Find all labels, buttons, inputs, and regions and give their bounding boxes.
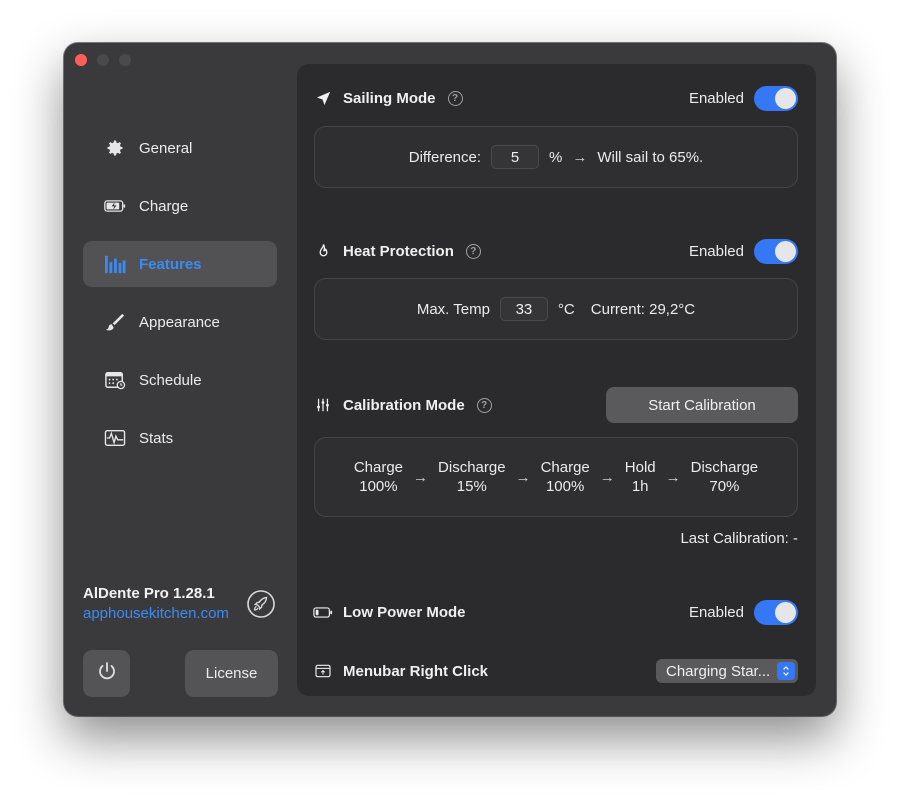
features-bars-icon — [103, 253, 127, 275]
sidebar-item-general[interactable]: General — [83, 125, 277, 171]
waveform-icon — [103, 427, 127, 449]
sidebar-item-label: Appearance — [139, 313, 220, 331]
calibration-mode-header: Calibration Mode ? — [313, 396, 492, 414]
battery-charging-icon — [103, 195, 127, 217]
license-button[interactable]: License — [185, 650, 278, 697]
low-power-mode-status-label: Enabled — [688, 604, 744, 621]
sidebar-item-stats[interactable]: Stats — [83, 415, 277, 461]
heat-protection-header: Heat Protection ? — [313, 242, 481, 260]
location-arrow-icon — [313, 89, 333, 107]
last-calibration: Last Calibration: - — [680, 530, 798, 547]
sailing-mode-card: Difference: 5 % → Will sail to 65%. — [314, 126, 798, 188]
arrow-right-icon: → — [572, 148, 588, 166]
power-icon — [96, 660, 118, 687]
gear-icon — [103, 137, 127, 159]
sailing-mode-status: Enabled — [689, 86, 798, 111]
calibration-step: Discharge 15% — [438, 459, 506, 495]
sidebar-item-label: General — [139, 139, 193, 157]
sailing-mode-status-label: Enabled — [688, 90, 744, 107]
calendar-icon — [103, 369, 127, 391]
heat-protection-card: Max. Temp 33 °C Current: 29,2°C — [314, 278, 798, 340]
difference-label: Difference: — [408, 148, 482, 166]
temp-unit: °C — [557, 300, 575, 318]
battery-low-icon — [313, 603, 333, 621]
current-temp: Current: 29,2°C — [590, 300, 696, 318]
calibration-step: Charge 100% — [353, 459, 404, 495]
heat-protection-status-label: Enabled — [688, 243, 744, 260]
help-icon[interactable]: ? — [447, 90, 463, 106]
sidebar-item-charge[interactable]: Charge — [83, 183, 277, 229]
sailing-result: Will sail to 65%. — [597, 148, 704, 166]
max-temp-label: Max. Temp — [416, 300, 490, 318]
calibration-step: Hold 1h — [624, 459, 656, 495]
difference-input[interactable]: 5 — [491, 145, 540, 169]
start-calibration-button[interactable]: Start Calibration — [606, 387, 798, 423]
low-power-mode-toggle[interactable] — [754, 600, 798, 625]
menubar-right-click-title: Menubar Right Click — [343, 662, 489, 680]
heat-protection-toggle[interactable] — [754, 239, 798, 264]
flame-icon — [313, 242, 333, 260]
arrow-right-icon: → — [413, 468, 429, 486]
heat-protection-title: Heat Protection — [343, 242, 454, 260]
low-power-mode-status: Enabled — [689, 600, 798, 625]
sidebar-item-label: Charge — [139, 197, 189, 215]
sidebar: General Charge Features Appearance Sched… — [64, 43, 296, 716]
help-icon[interactable]: ? — [465, 243, 481, 259]
chevron-updown-icon — [777, 662, 795, 680]
power-button[interactable] — [83, 650, 130, 697]
sidebar-item-schedule[interactable]: Schedule — [83, 357, 277, 403]
sailing-mode-title: Sailing Mode — [343, 89, 436, 107]
sailing-mode-header: Sailing Mode ? — [313, 89, 463, 107]
calibration-step: Charge 100% — [540, 459, 590, 495]
heat-protection-status: Enabled — [689, 239, 798, 264]
calibration-mode-title: Calibration Mode — [343, 396, 465, 414]
difference-unit: % — [549, 148, 563, 166]
menubar-right-click-select[interactable]: Charging Star... — [656, 659, 798, 683]
calibration-step: Discharge 70% — [690, 459, 759, 495]
low-power-mode-header: Low Power Mode — [313, 603, 466, 621]
features-panel: Sailing Mode ? Enabled Difference: 5 % →… — [297, 64, 816, 696]
low-power-mode-title: Low Power Mode — [343, 603, 466, 621]
sidebar-item-label: Features — [139, 255, 202, 273]
max-temp-input[interactable]: 33 — [499, 297, 548, 321]
sidebar-item-label: Schedule — [139, 371, 202, 389]
menubar-right-click-header: Menubar Right Click — [313, 662, 488, 680]
paintbrush-icon — [103, 311, 127, 333]
calibration-steps-card: Charge 100% → Discharge 15% → Charge 100% →… — [314, 437, 798, 517]
rocket-icon[interactable] — [246, 589, 276, 619]
arrow-right-icon: → — [599, 468, 615, 486]
sidebar-item-label: Stats — [139, 429, 174, 447]
sidebar-item-appearance[interactable]: Appearance — [83, 299, 277, 345]
sliders-icon — [313, 396, 333, 414]
sailing-mode-toggle[interactable] — [754, 86, 798, 111]
arrow-right-icon: → — [515, 468, 531, 486]
menubar-selected-value: Charging Star... — [666, 662, 771, 680]
help-icon[interactable]: ? — [476, 397, 492, 413]
menubar-icon — [313, 662, 333, 680]
arrow-right-icon: → — [665, 468, 681, 486]
app-window: General Charge Features Appearance Sched… — [64, 43, 836, 716]
sidebar-item-features[interactable]: Features — [83, 241, 277, 287]
